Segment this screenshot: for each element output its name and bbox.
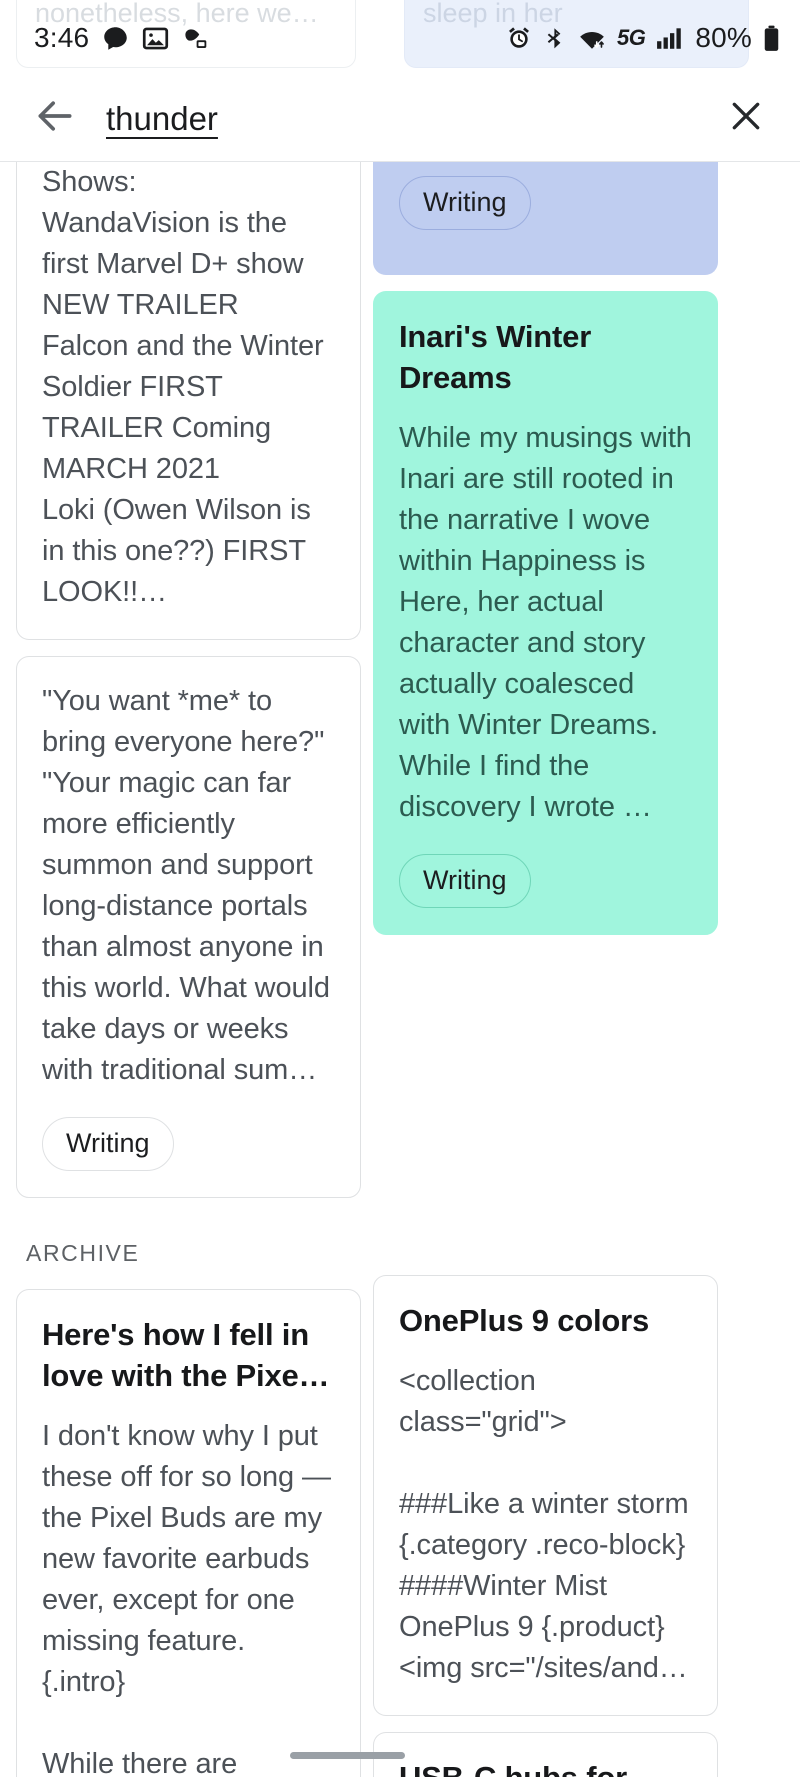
notes-scroll-area[interactable]: Shows: WandaVision is the first Marvel D… bbox=[0, 162, 800, 1777]
section-header-archive: ARCHIVE bbox=[26, 1240, 140, 1266]
alarm-icon bbox=[506, 25, 532, 51]
note-card[interactable]: Shows: WandaVision is the first Marvel D… bbox=[16, 162, 361, 640]
search-bar: thunder bbox=[0, 76, 800, 162]
back-arrow-icon bbox=[33, 94, 77, 143]
note-tag-row: Writing bbox=[399, 854, 692, 908]
note-body: Shows: WandaVision is the first Marvel D… bbox=[42, 166, 324, 608]
note-card[interactable]: OnePlus 9 colors <collection class="grid… bbox=[373, 1275, 718, 1716]
note-card[interactable]: Writing bbox=[373, 162, 718, 275]
note-title: USB-C hubs for bbox=[399, 1757, 692, 1777]
column-spacer bbox=[373, 935, 718, 1275]
chat-bubble-icon bbox=[102, 25, 129, 52]
scroll-handle[interactable] bbox=[290, 1752, 405, 1759]
note-tag[interactable]: Writing bbox=[42, 1117, 174, 1171]
network-type-label: 5G bbox=[616, 25, 646, 50]
note-body: <collection class="grid"> ###Like a wint… bbox=[399, 1365, 689, 1684]
wifi-icon bbox=[578, 25, 606, 51]
note-tag[interactable]: Writing bbox=[399, 854, 531, 908]
status-clock: 3:46 bbox=[34, 22, 90, 53]
note-body: "You want *me* to bring everyone here?" … bbox=[42, 685, 330, 1086]
notes-column-right: Writing Inari's Winter Dreams While my m… bbox=[373, 162, 718, 1777]
app-screen: is doing here, but nonetheless, here we…… bbox=[0, 0, 800, 1777]
note-title: Inari's Winter Dreams bbox=[399, 319, 592, 395]
notes-masonry-grid: Shows: WandaVision is the first Marvel D… bbox=[16, 162, 784, 1777]
battery-percent-label: 80% bbox=[695, 22, 752, 53]
back-button[interactable] bbox=[26, 90, 84, 148]
note-body: I don't know why I put these off for so … bbox=[42, 1420, 331, 1777]
search-input[interactable]: thunder bbox=[106, 90, 720, 148]
close-icon bbox=[726, 96, 766, 141]
status-bar-right: 5G 80% bbox=[506, 22, 780, 54]
notes-column-left: Shows: WandaVision is the first Marvel D… bbox=[16, 162, 361, 1777]
note-title: OnePlus 9 colors bbox=[399, 1303, 650, 1338]
photos-icon bbox=[182, 25, 209, 52]
note-tag-row: Writing bbox=[42, 1117, 335, 1171]
note-card[interactable]: Inari's Winter Dreams While my musings w… bbox=[373, 291, 718, 935]
image-icon bbox=[142, 25, 169, 52]
battery-icon bbox=[763, 25, 780, 52]
note-tag[interactable]: Writing bbox=[399, 176, 531, 230]
note-card[interactable]: USB-C hubs for bbox=[373, 1732, 718, 1777]
status-bar: is doing here, but nonetheless, here we…… bbox=[0, 0, 800, 76]
note-card[interactable]: Here's how I fell in love with the Pixe…… bbox=[16, 1289, 361, 1777]
note-card[interactable]: "You want *me* to bring everyone here?" … bbox=[16, 656, 361, 1198]
clear-search-button[interactable] bbox=[720, 93, 772, 145]
note-tag-row: Writing bbox=[399, 162, 692, 248]
note-title: Here's how I fell in love with the Pixe… bbox=[42, 1317, 330, 1393]
bluetooth-icon bbox=[543, 25, 567, 51]
search-query-text: thunder bbox=[106, 99, 218, 137]
note-body: While my musings with Inari are still ro… bbox=[399, 422, 700, 823]
status-bar-left: 3:46 bbox=[34, 22, 209, 54]
signal-bars-icon bbox=[656, 26, 684, 50]
status-bar-strip: 3:46 5G 80% bbox=[0, 0, 800, 76]
